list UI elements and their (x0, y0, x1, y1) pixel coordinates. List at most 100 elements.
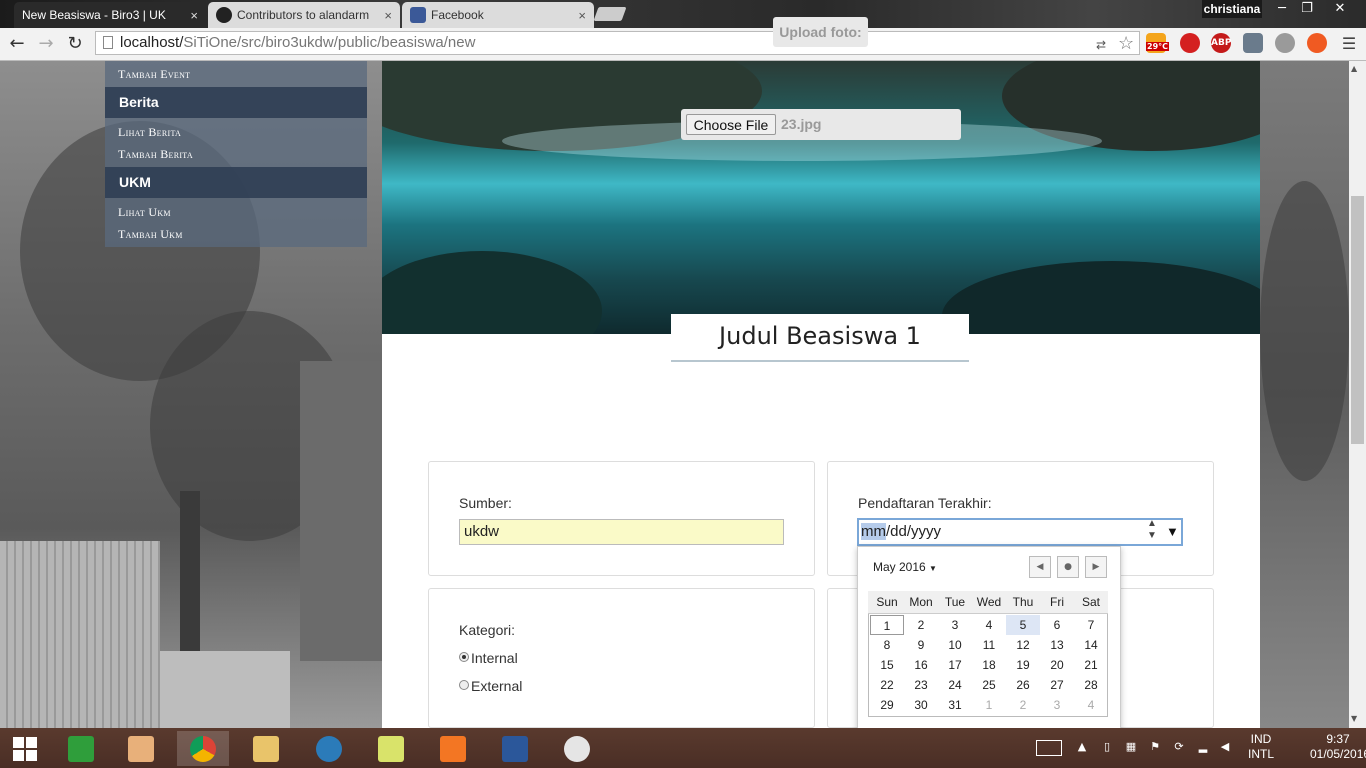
calendar-day[interactable]: 2 (904, 615, 938, 635)
sidebar-item-tambah-ukm[interactable]: Tambah Ukm (118, 227, 183, 242)
crest-extension-icon[interactable] (1243, 33, 1263, 53)
calendar-day[interactable]: 17 (938, 655, 972, 675)
volume-icon[interactable]: ◀ (1218, 741, 1232, 753)
close-icon[interactable]: × (190, 8, 198, 23)
new-tab-button[interactable] (593, 7, 627, 21)
show-hidden-icons[interactable]: ▲ (1075, 741, 1089, 753)
sidebar-item-lihat-berita[interactable]: Lihat Berita (118, 125, 181, 140)
profile-name[interactable]: christiana (1202, 0, 1262, 18)
calendar-day[interactable]: 24 (938, 675, 972, 695)
bookmark-star-icon[interactable]: ☆ (1118, 32, 1134, 54)
start-button[interactable] (0, 731, 50, 766)
adblock-plus-icon[interactable]: ABP (1211, 33, 1231, 53)
taskbar-chrome[interactable] (177, 731, 229, 766)
calendar-day[interactable]: 27 (1040, 675, 1074, 695)
calendar-day[interactable]: 11 (972, 635, 1006, 655)
calendar-day[interactable]: 9 (904, 635, 938, 655)
calendar-day[interactable]: 22 (870, 675, 904, 695)
date-rest-segment[interactable]: /dd/yyyy (886, 523, 941, 540)
calendar-day[interactable]: 29 (870, 695, 904, 715)
tab-facebook[interactable]: Facebook × (402, 2, 594, 28)
calendar-day[interactable]: 26 (1006, 675, 1040, 695)
calendar-day[interactable]: 3 (1040, 695, 1074, 715)
sidebar-item-lihat-ukm[interactable]: Lihat Ukm (118, 205, 171, 220)
close-icon[interactable]: × (384, 8, 392, 23)
flag-icon[interactable]: ⚑ (1148, 741, 1162, 753)
tab-new-beasiswa[interactable]: New Beasiswa - Biro3 | UK × (14, 2, 206, 28)
translate-icon[interactable]: ⇄ (1096, 34, 1112, 52)
keyboard-icon[interactable] (1036, 740, 1062, 756)
menu-icon[interactable]: ☰ (1338, 33, 1360, 55)
calendar-day[interactable]: 4 (972, 615, 1006, 635)
calendar-day[interactable]: 10 (938, 635, 972, 655)
language-indicator[interactable]: IND INTL (1242, 732, 1280, 762)
restore-icon[interactable]: ❐ (1292, 0, 1322, 18)
calendar-day[interactable]: 6 (1040, 615, 1074, 635)
month-year-dropdown[interactable]: May 2016 ▼ (873, 560, 937, 574)
tab-contributors[interactable]: Contributors to alandarm × (208, 2, 400, 28)
signal-icon[interactable]: ▂ (1196, 741, 1210, 753)
page-title[interactable]: Judul Beasiswa 1 (671, 322, 969, 350)
prev-month-button[interactable]: ◀ (1029, 556, 1051, 578)
scroll-up-icon[interactable]: ▲ (1351, 64, 1357, 73)
weather-extension-icon[interactable]: 29°C (1146, 33, 1170, 53)
sidebar-item-tambah-berita[interactable]: Tambah Berita (118, 147, 193, 162)
radio-internal-label[interactable]: Internal (471, 650, 518, 666)
calendar-day[interactable]: 21 (1074, 655, 1108, 675)
calendar-day[interactable]: 16 (904, 655, 938, 675)
sumber-input[interactable]: ukdw (459, 519, 784, 545)
calendar-day[interactable]: 3 (938, 615, 972, 635)
calendar-day[interactable]: 13 (1040, 635, 1074, 655)
shield-extension-icon[interactable] (1180, 33, 1200, 53)
taskbar-word[interactable] (489, 731, 541, 766)
calendar-day[interactable]: 7 (1074, 615, 1108, 635)
power-extension-icon[interactable] (1275, 33, 1295, 53)
calendar-day[interactable]: 12 (1006, 635, 1040, 655)
radio-external[interactable] (459, 680, 469, 690)
calendar-day[interactable]: 15 (870, 655, 904, 675)
date-month-segment[interactable]: mm (861, 523, 886, 540)
calendar-day[interactable]: 20 (1040, 655, 1074, 675)
close-icon[interactable]: × (578, 8, 586, 23)
scroll-down-icon[interactable]: ▼ (1351, 714, 1357, 723)
sync-icon[interactable]: ⟳ (1172, 741, 1186, 753)
taskbar-snipping-tool[interactable] (551, 731, 603, 766)
taskbar-sticky-notes[interactable] (365, 731, 417, 766)
taskbar-store[interactable] (55, 731, 107, 766)
radio-internal[interactable] (459, 652, 469, 662)
calendar-day[interactable]: 30 (904, 695, 938, 715)
calendar-day[interactable]: 14 (1074, 635, 1108, 655)
back-icon[interactable]: ← (6, 33, 28, 55)
spinner-icon[interactable]: ▲ ▼ (1147, 518, 1157, 542)
radio-external-label[interactable]: External (471, 678, 522, 694)
calendar-day[interactable]: 5 (1006, 615, 1040, 635)
calendar-day[interactable]: 23 (904, 675, 938, 695)
calendar-day[interactable]: 1 (972, 695, 1006, 715)
taskbar-sourcetree[interactable] (303, 731, 355, 766)
today-button[interactable]: ● (1057, 556, 1079, 578)
taskbar-media-player[interactable] (115, 731, 167, 766)
date-input[interactable]: mm/dd/yyyy ▲ ▼ ▼ (857, 518, 1183, 546)
dropdown-arrow-icon[interactable]: ▼ (1166, 520, 1179, 544)
calendar-day[interactable]: 4 (1074, 695, 1108, 715)
calendar-day[interactable]: 18 (972, 655, 1006, 675)
calendar-day[interactable]: 8 (870, 635, 904, 655)
scrollbar-thumb[interactable] (1351, 196, 1364, 444)
reload-icon[interactable]: ↻ (64, 33, 86, 55)
calendar-day[interactable]: 1 (870, 615, 904, 635)
calendar-day[interactable]: 2 (1006, 695, 1040, 715)
calendar-day[interactable]: 28 (1074, 675, 1108, 695)
sidebar-item-tambah-event[interactable]: Tambah Event (118, 67, 190, 82)
windows-tray-icon[interactable]: ▦ (1124, 741, 1138, 753)
calendar-day[interactable]: 31 (938, 695, 972, 715)
next-month-button[interactable]: ▶ (1085, 556, 1107, 578)
close-window-icon[interactable]: ✕ (1325, 0, 1355, 18)
address-bar[interactable]: localhost/SiTiOne/src/biro3ukdw/public/b… (95, 31, 1140, 55)
taskbar-file-explorer[interactable] (240, 731, 292, 766)
forward-icon[interactable]: → (35, 33, 57, 55)
taskbar-xampp[interactable] (427, 731, 479, 766)
postman-extension-icon[interactable] (1307, 33, 1327, 53)
calendar-day[interactable]: 25 (972, 675, 1006, 695)
choose-file-button[interactable]: Choose File (686, 114, 776, 135)
clock[interactable]: 9:37 01/05/2016 (1310, 732, 1366, 762)
